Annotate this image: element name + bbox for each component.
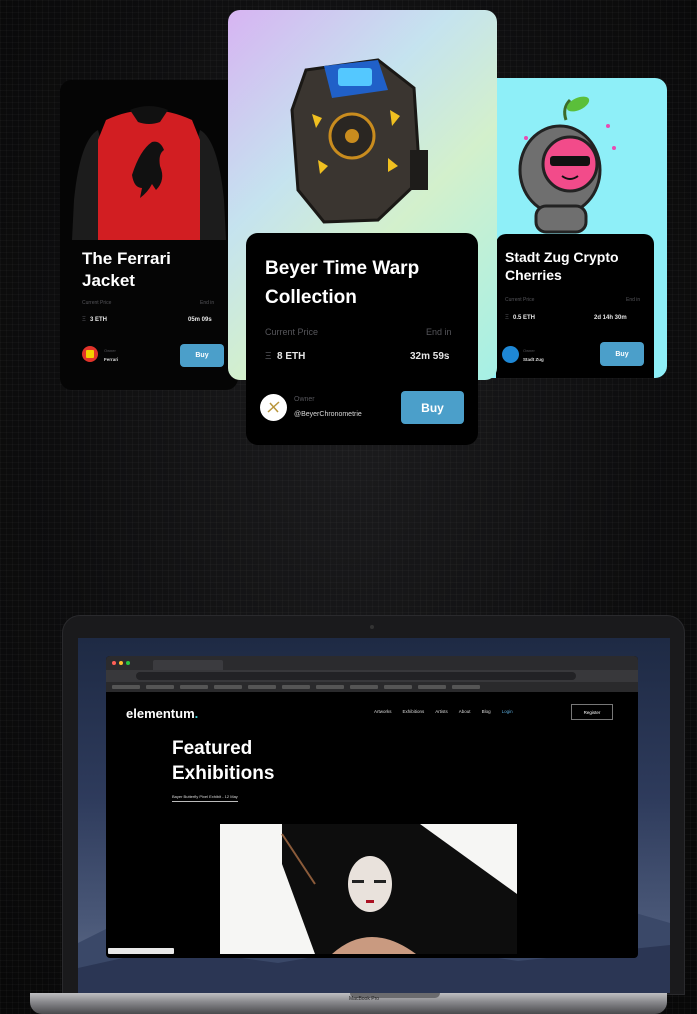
browser-window: elementum. Artworks Exhibitions Artists … — [106, 656, 638, 958]
owner-label: Owner — [523, 348, 535, 353]
geisha-photo — [220, 824, 517, 954]
time-value: 2d 14h 30m — [594, 315, 627, 321]
owner-label: Owner — [104, 348, 116, 353]
eth-icon: Ξ — [505, 315, 509, 321]
time-value: 32m 59s — [410, 351, 450, 362]
browser-tab-bar — [106, 656, 638, 670]
status-bar — [108, 948, 174, 954]
bookmark-item[interactable] — [248, 685, 276, 689]
card-info-panel: Stadt Zug Crypto Cherries Current Price … — [496, 234, 654, 378]
nft-title: Stadt Zug Crypto Cherries — [505, 249, 619, 284]
laptop-model-label: MacBook Pro — [349, 996, 380, 1002]
site-nav: Artworks Exhibitions Artists About Blog … — [374, 709, 513, 714]
bookmark-item[interactable] — [112, 685, 140, 689]
login-link[interactable]: Login — [502, 709, 513, 714]
price-label: Current Price — [505, 297, 535, 303]
maximize-window-icon[interactable] — [126, 661, 130, 665]
nav-item-artists[interactable]: Artists — [435, 709, 448, 714]
ferrari-logo-icon — [82, 346, 98, 362]
bookmark-item[interactable] — [214, 685, 242, 689]
eth-icon: Ξ — [265, 351, 272, 362]
site-logo-dot: . — [194, 706, 199, 721]
ferrari-jacket-image — [60, 80, 238, 240]
eth-icon: Ξ — [82, 317, 86, 323]
nft-title: The Ferrari Jacket — [82, 249, 171, 291]
owner-name[interactable]: @BeyerChronometrie — [294, 411, 362, 418]
price-value: 3 ETH — [90, 317, 108, 323]
minimize-window-icon[interactable] — [119, 661, 123, 665]
bookmarks-bar — [106, 682, 638, 692]
bookmark-item[interactable] — [350, 685, 378, 689]
nav-item-exhibitions[interactable]: Exhibitions — [403, 709, 425, 714]
price-value: 0.5 ETH — [513, 315, 536, 321]
exhibit-link[interactable]: Bayer Butterfly Pixel Exhibit - 12 May — [172, 794, 238, 802]
price-value: 8 ETH — [277, 351, 306, 362]
bookmark-item[interactable] — [384, 685, 412, 689]
end-label: End in — [200, 300, 215, 306]
price-label: Current Price — [265, 327, 319, 337]
browser-tab[interactable] — [153, 660, 223, 670]
address-bar — [106, 670, 638, 682]
nft-title: Beyer Time Warp Collection — [265, 258, 420, 308]
laptop-screen: elementum. Artworks Exhibitions Artists … — [78, 638, 670, 993]
buy-button[interactable]: Buy — [600, 342, 644, 366]
site-logo[interactable]: elementum. — [126, 706, 198, 721]
card-info-panel: Beyer Time Warp Collection Current Price… — [246, 233, 478, 445]
beyer-watch-image — [290, 58, 428, 224]
owner-name[interactable]: Ferrari — [104, 357, 118, 362]
end-label: End in — [626, 297, 641, 303]
owner-name[interactable]: Stadt Zug — [523, 357, 544, 362]
exhibition-artwork-image[interactable] — [220, 824, 517, 954]
register-button[interactable]: Register — [571, 704, 613, 720]
nav-item-blog[interactable]: Blog — [482, 709, 491, 714]
nav-item-artworks[interactable]: Artworks — [374, 709, 392, 714]
webcam-icon — [370, 625, 374, 629]
bookmark-item[interactable] — [316, 685, 344, 689]
stadt-zug-logo-icon — [502, 346, 519, 363]
owner-label: Owner — [294, 396, 315, 403]
bookmark-item[interactable] — [452, 685, 480, 689]
featured-exhibitions-heading: Featured Exhibitions — [172, 738, 275, 785]
url-input[interactable] — [136, 672, 576, 680]
beyer-logo-icon — [260, 394, 287, 421]
bookmark-item[interactable] — [180, 685, 208, 689]
close-window-icon[interactable] — [112, 661, 116, 665]
nav-item-about[interactable]: About — [459, 709, 471, 714]
bookmark-item[interactable] — [146, 685, 174, 689]
nft-card-ferrari[interactable]: The Ferrari Jacket Current Price End in … — [60, 80, 238, 390]
time-value: 05m 09s — [188, 317, 212, 323]
buy-button[interactable]: Buy — [401, 391, 464, 424]
price-label: Current Price — [82, 300, 112, 306]
bookmark-item[interactable] — [282, 685, 310, 689]
end-label: End in — [426, 327, 452, 337]
bookmark-item[interactable] — [418, 685, 446, 689]
buy-button[interactable]: Buy — [180, 344, 224, 367]
site-logo-text: elementum — [126, 706, 195, 721]
